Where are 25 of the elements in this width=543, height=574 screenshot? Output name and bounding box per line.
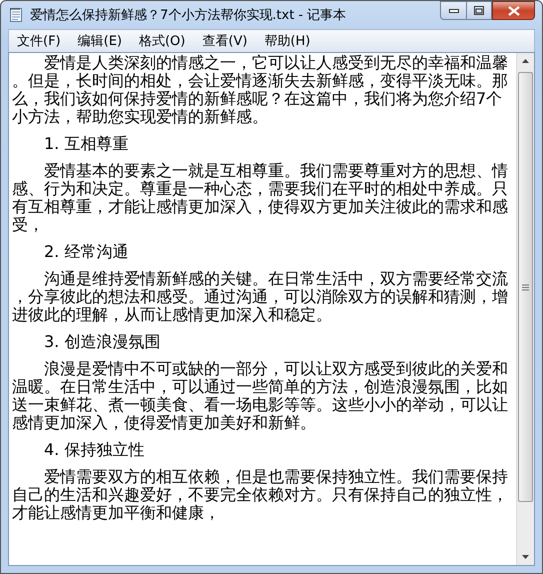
section-heading: 3. 创造浪漫氛围 bbox=[43, 333, 162, 351]
window-title: 爱情怎么保持新鲜感？7个小方法帮你实现.txt - 记事本 bbox=[30, 7, 348, 24]
section-heading: 1. 互相尊重 bbox=[43, 135, 130, 153]
paragraph-text: 爱情需要双方的相互依赖，但是也需要保持独立性。我们需要保持自己的生活和兴趣爱好，不要完全依赖对方。只有保持自己的独立性，才能让感情更加平衡和健康， bbox=[12, 468, 509, 522]
paragraph-text: 爱情基本的要素之一就是互相尊重。我们需要尊重对方的思想、情感、行为和决定。尊重是一种心态，需要我们在平时的相处中养成。只有互相尊重，才能让感情更加深入，使得双方更加关注彼此的需求和感受， bbox=[12, 162, 509, 234]
paragraph-text: 浪漫是爱情中不可或缺的一部分，可以让双方感受到彼此的关爱和温暖。在日常生活中，可以通过一些简单的方法，创造浪漫氛围，比如送一束鲜花、煮一顿美食、看一场电影等等。这些小小的举动，可以让感情更加深入，使得爱情更加美好和新鲜。 bbox=[12, 360, 509, 432]
paragraph-text: 爱情是人类深刻的情感之一，它可以让人感受到无尽的幸福和温馨。但是，长时间的相处，会让爱情逐渐失去新鲜感，变得平淡无味。那么，我们该如何保持爱情的新鲜感呢？在这篇中，我们将为您介绍7个小方法，帮助您实现爱情的新鲜感。 bbox=[12, 54, 509, 126]
maximize-button[interactable] bbox=[466, 1, 492, 20]
minimize-icon bbox=[448, 8, 458, 12]
vertical-scrollbar[interactable] bbox=[516, 53, 534, 565]
menu-item[interactable]: 帮助(H) bbox=[256, 30, 320, 52]
paragraph-text: 沟通是维持爱情新鲜感的关键。在日常生活中，双方需要经常交流，分享彼此的想法和感受。通过沟通，可以消除双方的误解和猜测，增进彼此的理解，从而让感情更加深入和稳定。 bbox=[12, 270, 509, 324]
menu-item[interactable]: 查看(V) bbox=[194, 30, 256, 52]
close-button[interactable] bbox=[492, 1, 535, 20]
minimize-button[interactable] bbox=[440, 1, 466, 20]
scroll-thumb[interactable] bbox=[518, 72, 533, 502]
close-icon bbox=[508, 6, 520, 16]
menu-item[interactable]: 编辑(E) bbox=[70, 30, 131, 52]
grip-icon bbox=[522, 284, 529, 290]
notepad-icon bbox=[8, 7, 24, 23]
section-heading: 2. 经常沟通 bbox=[43, 243, 130, 261]
menu-item[interactable]: 文件(F) bbox=[9, 30, 70, 52]
menu-item[interactable]: 格式(O) bbox=[130, 30, 194, 52]
section-heading: 4. 保持独立性 bbox=[43, 441, 146, 459]
maximize-icon bbox=[474, 6, 484, 15]
